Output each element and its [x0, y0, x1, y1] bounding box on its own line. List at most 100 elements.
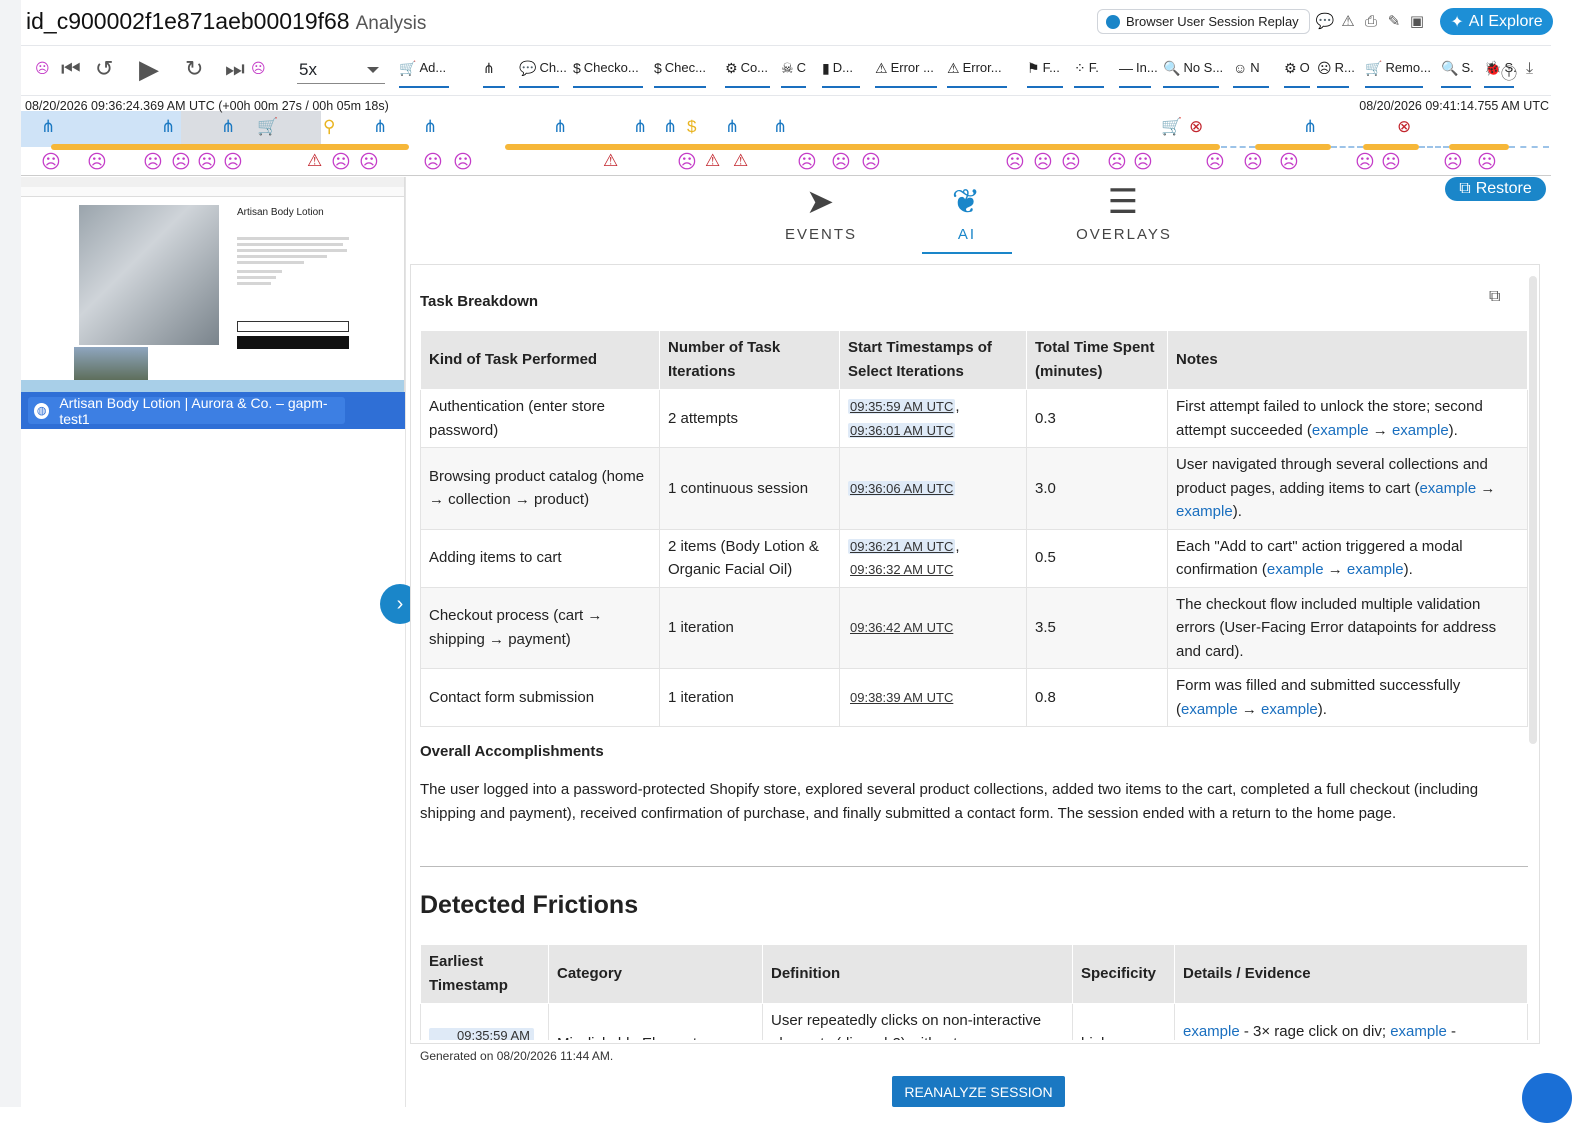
- frustration-icon[interactable]: ☹: [1061, 151, 1081, 174]
- event-filter-tab[interactable]: ⚠ Error ...: [875, 60, 937, 88]
- event-filter-tab[interactable]: 💬 Ch...: [519, 60, 567, 88]
- route-icon[interactable]: ⋔: [423, 117, 437, 137]
- frustration-icon[interactable]: ☹: [1477, 151, 1497, 174]
- example-link[interactable]: example: [1392, 422, 1449, 439]
- user-error-icon[interactable]: ⚠: [307, 151, 322, 171]
- frustration-icon[interactable]: ☹: [1005, 151, 1025, 174]
- frustration-icon[interactable]: ☹: [1133, 151, 1153, 174]
- example-link[interactable]: example: [1261, 701, 1318, 718]
- frustration-icon[interactable]: ☹: [87, 151, 107, 174]
- event-filter-tab[interactable]: 🛒 Ad...: [399, 60, 449, 88]
- play-icon[interactable]: ▶: [139, 54, 159, 85]
- event-filter-tab[interactable]: 🛒 Remo...: [1365, 60, 1431, 88]
- timestamp-link[interactable]: 09:36:06 AM UTC: [848, 480, 956, 496]
- cart-icon[interactable]: 🛒: [1161, 117, 1182, 137]
- example-link[interactable]: example: [1183, 1023, 1240, 1040]
- frustration-icon[interactable]: ☹: [171, 151, 191, 174]
- cart-icon[interactable]: 🛒: [257, 117, 278, 137]
- frustration-icon[interactable]: ☹: [677, 151, 697, 174]
- event-filter-tab[interactable]: ☹ R...: [1317, 60, 1355, 88]
- print-icon[interactable]: ⎙: [1362, 12, 1380, 30]
- reanalyze-session-button[interactable]: REANALYZE SESSION: [892, 1076, 1065, 1107]
- frustration-icon[interactable]: ☹: [861, 151, 881, 174]
- route-icon[interactable]: ⋔: [773, 117, 787, 137]
- copy-icon[interactable]: ⧉: [1489, 288, 1500, 306]
- error-icon[interactable]: ⊗: [1189, 117, 1203, 137]
- search-icon[interactable]: ⚲: [323, 117, 335, 137]
- user-error-icon[interactable]: ⚠: [733, 151, 748, 171]
- frustration-icon[interactable]: ☹: [331, 151, 351, 174]
- event-filter-tab[interactable]: ⚙ O: [1284, 60, 1310, 88]
- route-icon[interactable]: ⋔: [1303, 117, 1317, 137]
- timestamp-link[interactable]: 09:38:39 AM UTC: [848, 690, 955, 705]
- event-filter-tab[interactable]: ▮ D...: [822, 60, 860, 88]
- event-filter-tab[interactable]: 🔍 No S...: [1163, 60, 1223, 88]
- example-link[interactable]: example: [1390, 1023, 1447, 1040]
- ai-explore-button[interactable]: ✦ AI Explore: [1440, 8, 1553, 35]
- frustration-icon[interactable]: ☹: [1033, 151, 1053, 174]
- user-error-icon[interactable]: ⚠: [705, 151, 720, 171]
- event-filter-tab[interactable]: ⚠ Error...: [947, 60, 1007, 88]
- example-link[interactable]: example: [1419, 480, 1476, 497]
- event-filter-tab[interactable]: ☠ C: [781, 60, 806, 88]
- timestamp-link[interactable]: 09:36:21 AM UTC: [848, 538, 956, 554]
- frustration-icon[interactable]: ☹: [423, 151, 443, 174]
- comment-icon[interactable]: 💬: [1316, 12, 1335, 30]
- frustration-icon[interactable]: ☹: [453, 151, 473, 174]
- frustration-icon[interactable]: ☹: [1381, 151, 1401, 174]
- skip-back-icon[interactable]: ⏮: [61, 56, 81, 82]
- timestamp-link[interactable]: 09:36:42 AM UTC: [848, 620, 955, 635]
- event-filter-tab[interactable]: $ Checko...: [573, 60, 643, 88]
- event-filter-tab[interactable]: — In...: [1119, 60, 1158, 88]
- frustration-icon[interactable]: ☹: [831, 151, 851, 174]
- example-link[interactable]: example: [1347, 561, 1404, 578]
- restore-button[interactable]: ⧉ Restore: [1445, 177, 1546, 201]
- skip-forward-icon[interactable]: ⏭: [225, 56, 245, 82]
- timestamp-link[interactable]: 09:36:32 AM UTC: [848, 562, 955, 577]
- forward-icon[interactable]: ↻: [185, 56, 203, 82]
- frustration-icon[interactable]: ☹: [1443, 151, 1463, 174]
- frustration-icon[interactable]: ☹: [1355, 151, 1375, 174]
- event-filter-tab[interactable]: ⚙ Co...: [725, 60, 770, 88]
- frustration-icon[interactable]: ☹: [143, 151, 163, 174]
- event-filter-tab[interactable]: ☺ N: [1233, 60, 1269, 88]
- route-icon[interactable]: ⋔: [663, 117, 677, 137]
- edit-icon[interactable]: ✎: [1385, 12, 1403, 30]
- info-icon[interactable]: ⓘ: [1501, 60, 1517, 84]
- browser-replay-button[interactable]: Browser User Session Replay: [1097, 9, 1310, 34]
- example-link[interactable]: example: [1181, 701, 1238, 718]
- route-icon[interactable]: ⋔: [161, 117, 175, 137]
- example-link[interactable]: example: [1176, 503, 1233, 520]
- user-error-icon[interactable]: ⚠: [603, 151, 618, 171]
- frustration-prev-icon[interactable]: ☹: [35, 60, 50, 77]
- frustration-icon[interactable]: ☹: [41, 151, 61, 174]
- route-icon[interactable]: ⋔: [553, 117, 567, 137]
- friction-timestamp-link[interactable]: 09:35:59 AM: [429, 1028, 534, 1040]
- route-icon[interactable]: ⋔: [221, 117, 235, 137]
- tab-overlays[interactable]: ☰ OVERLAYS: [1074, 184, 1174, 243]
- frustration-icon[interactable]: ☹: [1279, 151, 1299, 174]
- download-icon[interactable]: ⤓: [1526, 60, 1533, 78]
- panel-scrollbar[interactable]: [1529, 276, 1537, 744]
- error-icon[interactable]: ⊗: [1397, 117, 1411, 137]
- speed-select[interactable]: 5x: [297, 56, 385, 84]
- frustration-icon[interactable]: ☹: [359, 151, 379, 174]
- save-icon[interactable]: ▣: [1408, 12, 1426, 30]
- frustration-icon[interactable]: ☹: [1205, 151, 1225, 174]
- chat-widget-button[interactable]: [1522, 1073, 1572, 1123]
- replay-preview[interactable]: Artisan Body Lotion: [21, 177, 405, 392]
- rewind-icon[interactable]: ↺: [95, 56, 113, 82]
- tab-events[interactable]: ➤ EVENTS: [784, 184, 858, 243]
- event-filter-tab[interactable]: ⁘ F.: [1074, 60, 1104, 88]
- frustration-icon[interactable]: ☹: [1107, 151, 1127, 174]
- dollar-icon[interactable]: $: [687, 117, 696, 137]
- event-filter-tab[interactable]: 🔍 S.: [1441, 60, 1474, 88]
- browser-tab[interactable]: ◍ Artisan Body Lotion | Aurora & Co. – g…: [28, 395, 345, 427]
- event-filter-tab[interactable]: $ Chec...: [654, 60, 706, 88]
- example-link[interactable]: example: [1267, 561, 1324, 578]
- warning-icon[interactable]: ⚠: [1339, 12, 1357, 30]
- event-filter-tab[interactable]: ⋔: [483, 60, 505, 88]
- timestamp-link[interactable]: 09:36:01 AM UTC: [848, 422, 956, 438]
- frustration-icon[interactable]: ☹: [197, 151, 217, 174]
- tab-ai[interactable]: ❦ AI: [930, 184, 1004, 243]
